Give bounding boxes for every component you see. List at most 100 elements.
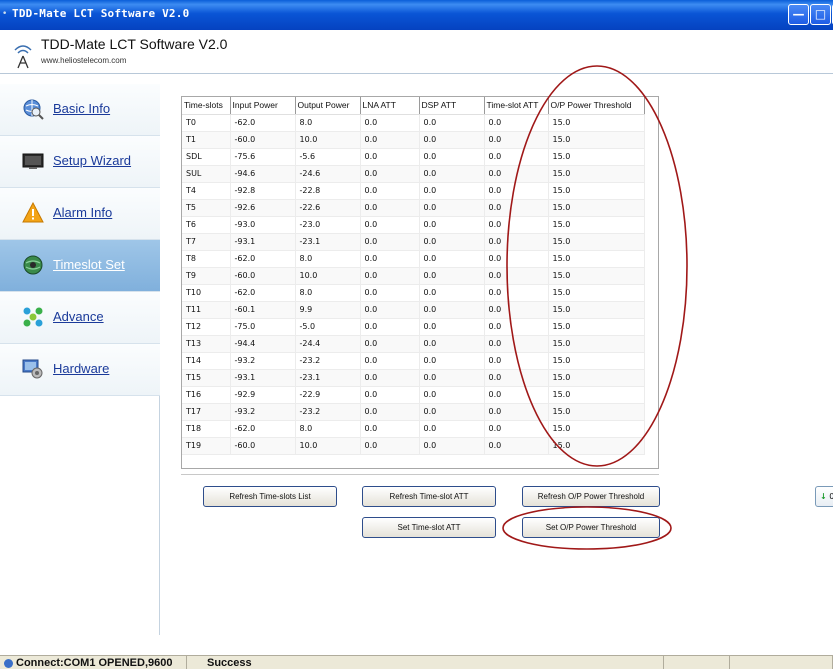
table-cell[interactable]: SDL [182,148,231,166]
table-cell[interactable]: -92.8 [230,182,296,200]
table-cell[interactable]: -22.6 [295,199,361,217]
table-cell[interactable]: SUL [182,165,231,183]
column-header[interactable]: Input Power [230,97,296,115]
table-cell[interactable]: 0.0 [484,182,549,200]
table-cell[interactable]: T0 [182,114,231,132]
table-cell[interactable]: -62.0 [230,114,296,132]
table-cell[interactable]: T8 [182,250,231,268]
table-cell[interactable]: 8.0 [295,284,361,302]
table-cell[interactable]: 0.0 [360,420,420,438]
table-cell[interactable]: 0.0 [419,165,485,183]
table-cell[interactable]: 0.0 [484,267,549,285]
sidebar-item-hardware[interactable]: Hardware [0,344,160,396]
table-cell[interactable]: 0.0 [419,369,485,387]
column-header[interactable]: Time-slots [182,97,231,115]
table-cell[interactable]: 15.0 [548,114,645,132]
table-row[interactable]: T13 -94.4 -24.4 0.0 0.0 0.0 15.0 [182,335,645,353]
table-cell[interactable]: 10.0 [295,131,361,149]
table-row[interactable]: T7 -93.1 -23.1 0.0 0.0 0.0 15.0 [182,233,645,251]
table-cell[interactable]: 0.0 [484,301,549,319]
table-cell[interactable]: 0.0 [484,114,549,132]
table-cell[interactable]: 0.0 [360,165,420,183]
table-cell[interactable]: T18 [182,420,231,438]
table-cell[interactable]: 15.0 [548,216,645,234]
table-cell[interactable]: 10.0 [295,437,361,455]
table-row[interactable]: T10 -62.0 8.0 0.0 0.0 0.0 15.0 [182,284,645,302]
set-power-threshold-button[interactable]: Set O/P Power Threshold [522,517,660,538]
table-cell[interactable]: T12 [182,318,231,336]
sidebar-item-advance[interactable]: Advance [0,292,160,344]
table-row[interactable]: T1 -60.0 10.0 0.0 0.0 0.0 15.0 [182,131,645,149]
table-cell[interactable]: 0.0 [419,318,485,336]
table-cell[interactable]: 0.0 [360,352,420,370]
minimize-button[interactable]: — [788,4,809,25]
table-cell[interactable]: T5 [182,199,231,217]
table-cell[interactable]: 0.0 [360,216,420,234]
table-cell[interactable]: T10 [182,284,231,302]
table-row[interactable]: T12 -75.0 -5.0 0.0 0.0 0.0 15.0 [182,318,645,336]
table-cell[interactable]: 0.0 [484,369,549,387]
table-cell[interactable]: T4 [182,182,231,200]
timeslot-table[interactable]: Time-slots Input Power Output Power LNA … [181,96,659,469]
table-cell[interactable]: 0.0 [419,216,485,234]
table-cell[interactable]: 0.0 [360,369,420,387]
table-row[interactable]: T9 -60.0 10.0 0.0 0.0 0.0 15.0 [182,267,645,285]
table-row[interactable]: T15 -93.1 -23.1 0.0 0.0 0.0 15.0 [182,369,645,387]
table-cell[interactable]: -92.9 [230,386,296,404]
refresh-timeslot-att-button[interactable]: Refresh Time-slot ATT [362,486,496,507]
refresh-timeslots-list-button[interactable]: Refresh Time-slots List [203,486,337,507]
sidebar-item-alarm-info[interactable]: Alarm Info [0,188,160,240]
table-cell[interactable]: 0.0 [360,335,420,353]
table-cell[interactable]: 9.9 [295,301,361,319]
table-cell[interactable]: 0.0 [484,199,549,217]
table-cell[interactable]: -93.1 [230,233,296,251]
table-cell[interactable]: 15.0 [548,420,645,438]
table-cell[interactable]: T15 [182,369,231,387]
table-cell[interactable]: 0.0 [484,335,549,353]
table-row[interactable]: T5 -92.6 -22.6 0.0 0.0 0.0 15.0 [182,199,645,217]
table-row[interactable]: T17 -93.2 -23.2 0.0 0.0 0.0 15.0 [182,403,645,421]
table-row[interactable]: T16 -92.9 -22.9 0.0 0.0 0.0 15.0 [182,386,645,404]
table-cell[interactable]: T6 [182,216,231,234]
table-cell[interactable]: -93.1 [230,369,296,387]
title-bar[interactable]: • TDD-Mate LCT Software V2.0 — □ ✕ [0,0,833,30]
table-cell[interactable]: 0.0 [484,403,549,421]
table-cell[interactable]: 8.0 [295,250,361,268]
table-cell[interactable]: 0.0 [360,114,420,132]
table-cell[interactable]: 15.0 [548,199,645,217]
table-cell[interactable]: 0.0 [419,420,485,438]
set-timeslot-att-button[interactable]: Set Time-slot ATT [362,517,496,538]
table-cell[interactable]: T17 [182,403,231,421]
table-row[interactable]: T8 -62.0 8.0 0.0 0.0 0.0 15.0 [182,250,645,268]
table-cell[interactable]: 15.0 [548,233,645,251]
table-cell[interactable]: T14 [182,352,231,370]
table-row[interactable]: T6 -93.0 -23.0 0.0 0.0 0.0 15.0 [182,216,645,234]
table-cell[interactable]: 0.0 [419,148,485,166]
sidebar-item-basic-info[interactable]: Basic Info [0,84,160,136]
table-cell[interactable]: 0.0 [360,403,420,421]
table-cell[interactable]: T13 [182,335,231,353]
column-header[interactable]: Output Power [295,97,361,115]
table-cell[interactable]: 10.0 [295,267,361,285]
table-row[interactable]: SUL -94.6 -24.6 0.0 0.0 0.0 15.0 [182,165,645,183]
table-cell[interactable]: 0.0 [484,131,549,149]
table-cell[interactable]: -22.9 [295,386,361,404]
column-header[interactable]: O/P Power Threshold [548,97,645,115]
table-cell[interactable]: -93.0 [230,216,296,234]
table-cell[interactable]: -94.6 [230,165,296,183]
table-cell[interactable]: 0.0 [484,284,549,302]
table-cell[interactable]: 0.0 [419,267,485,285]
table-cell[interactable]: 0.0 [484,437,549,455]
table-cell[interactable]: 0.0 [484,318,549,336]
table-cell[interactable]: 15.0 [548,250,645,268]
table-cell[interactable]: T16 [182,386,231,404]
table-cell[interactable]: -60.0 [230,437,296,455]
table-cell[interactable]: -23.2 [295,403,361,421]
table-cell[interactable]: -23.1 [295,369,361,387]
column-header[interactable]: DSP ATT [419,97,485,115]
sidebar-item-setup-wizard[interactable]: Setup Wizard [0,136,160,188]
table-row[interactable]: T4 -92.8 -22.8 0.0 0.0 0.0 15.0 [182,182,645,200]
table-cell[interactable]: 0.0 [360,199,420,217]
table-cell[interactable]: -60.0 [230,131,296,149]
table-cell[interactable]: -62.0 [230,420,296,438]
